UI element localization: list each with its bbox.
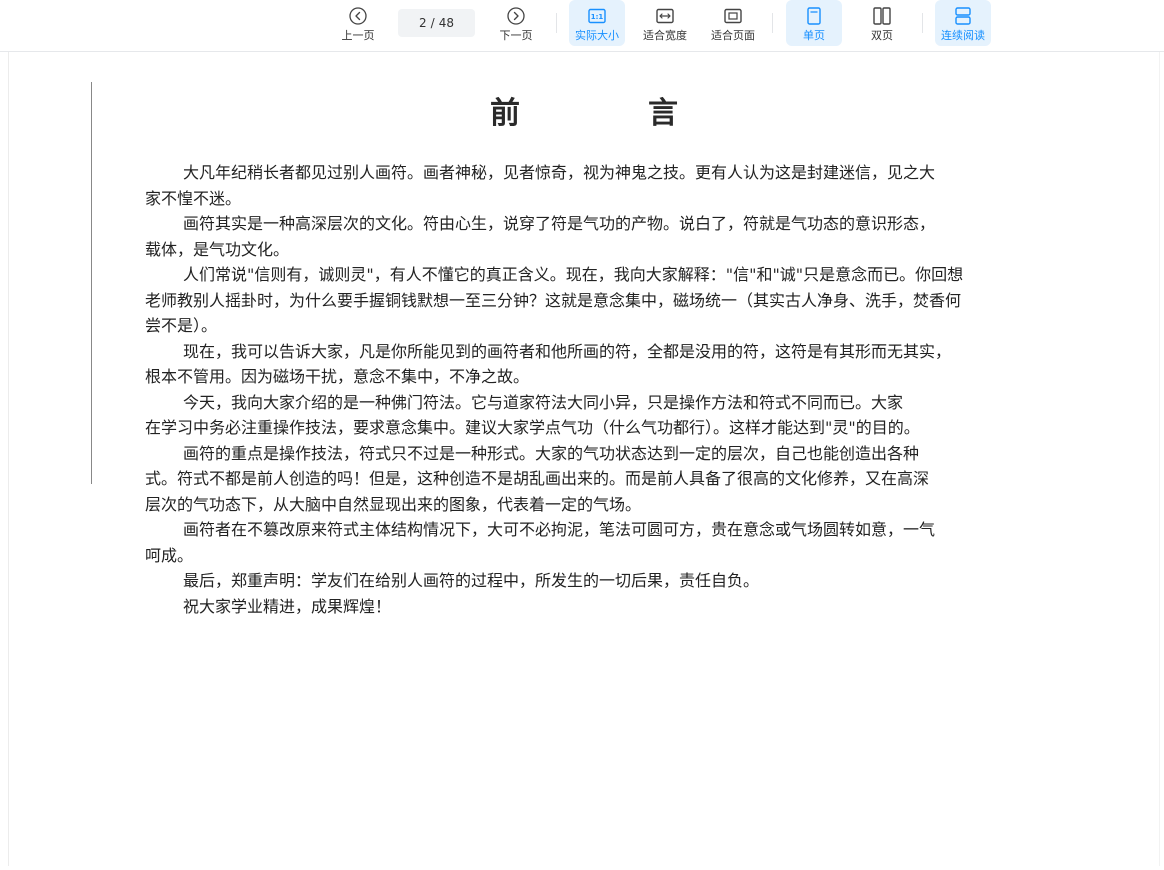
document-line: 载体，是气功文化。 — [145, 239, 290, 259]
fit-page-label: 适合页面 — [711, 29, 755, 42]
current-page-number[interactable]: 2 — [419, 16, 427, 30]
document-line: 呵成。 — [145, 545, 194, 565]
toolbar-divider — [556, 13, 557, 33]
actual-size-button[interactable]: 1:1 实际大小 — [569, 0, 625, 46]
prev-page-button[interactable]: 上一页 — [336, 0, 380, 46]
document-page: 前言 大凡年纪稍长者都见过别人画符。画者神秘，见者惊奇，视为神鬼之技。更有人认为… — [8, 52, 1160, 866]
document-line: 人们常说"信则有，诚则灵"，有人不懂它的真正含义。现在，我向大家解释："信"和"… — [183, 265, 964, 284]
document-line: 尝不是）。 — [145, 316, 218, 335]
document-line: 画符其实是一种高深层次的文化。符由心生，说穿了符是气功的产物。说白了，符就是气功… — [183, 214, 936, 233]
svg-text:1:1: 1:1 — [591, 13, 604, 21]
document-line: 老师教别人摇卦时，为什么要手握铜钱默想一至三分钟？这就是意念集中，磁场统一（其实… — [145, 290, 962, 310]
double-page-label: 双页 — [871, 29, 893, 42]
document-line: 层次的气功态下，从大脑中自然显现出来的图象，代表着一定的气场。 — [145, 494, 642, 514]
fit-width-label: 适合宽度 — [643, 29, 687, 42]
next-page-button[interactable]: 下一页 — [494, 0, 538, 46]
fit-width-icon — [655, 6, 675, 26]
actual-size-label: 实际大小 — [575, 29, 619, 42]
document-line: 式。符式不都是前人创造的吗！但是，这种创造不是胡乱画出来的。而是前人具备了很高的… — [145, 469, 930, 488]
total-pages: 48 — [438, 16, 454, 30]
continuous-scroll-icon — [953, 6, 973, 26]
single-page-label: 单页 — [803, 29, 825, 42]
double-page-icon — [872, 6, 892, 26]
scan-edge-line — [91, 82, 92, 484]
document-line: 家不惶不迷。 — [145, 188, 242, 208]
fit-page-icon — [723, 6, 743, 26]
toolbar-divider — [772, 13, 773, 33]
document-line: 根本不管用。因为磁场干扰，意念不集中，不净之故。 — [145, 367, 530, 386]
next-page-label: 下一页 — [499, 29, 533, 42]
fit-page-button[interactable]: 适合页面 — [705, 0, 761, 46]
document-viewport[interactable]: 前言 大凡年纪稍长者都见过别人画符。画者神秘，见者惊奇，视为神鬼之技。更有人认为… — [0, 52, 1164, 870]
document-line: 画符者在不篡改原来符式主体结构情况下，大可不必拘泥，笔法可圆可方，贵在意念或气场… — [183, 520, 936, 539]
document-line: 大凡年纪稍长者都见过别人画符。画者神秘，见者惊奇，视为神鬼之技。更有人认为这是封… — [183, 163, 936, 182]
viewer-toolbar: 上一页 2 / 48 下一页 1:1 实际大小 适合宽度 适合页面 单页 双页 … — [0, 0, 1164, 52]
document-line: 画符的重点是操作技法，符式只不过是一种形式。大家的气功状态达到一定的层次，自己也… — [183, 443, 920, 463]
document-line: 今天，我向大家介绍的是一种佛门符法。它与道家符法大同小异，只是操作方法和符式不同… — [183, 392, 904, 412]
document-body: 大凡年纪稍长者都见过别人画符。画者神秘，见者惊奇，视为神鬼之技。更有人认为这是封… — [145, 160, 1145, 619]
double-page-button[interactable]: 双页 — [854, 0, 910, 46]
page-number-field[interactable]: 2 / 48 — [398, 9, 475, 37]
fit-width-button[interactable]: 适合宽度 — [637, 0, 693, 46]
continuous-read-label: 连续阅读 — [941, 29, 985, 42]
continuous-read-button[interactable]: 连续阅读 — [935, 0, 991, 46]
document-line: 最后，郑重声明：学友们在给别人画符的过程中，所发生的一切后果，责任自负。 — [183, 571, 760, 590]
chevron-right-circle-icon — [506, 6, 526, 26]
document-line: 在学习中务必注重操作技法，要求意念集中。建议大家学点气功（什么气功都行）。这样才… — [145, 418, 920, 437]
document-line: 现在，我可以告诉大家，凡是你所能见到的画符者和他所画的符，全都是没用的符，这符是… — [183, 341, 952, 361]
page-separator: / — [430, 16, 435, 30]
prev-page-label: 上一页 — [341, 29, 375, 42]
document-line: 祝大家学业精进，成果辉煌！ — [183, 596, 392, 616]
chevron-left-circle-icon — [348, 6, 368, 26]
toolbar-divider — [922, 13, 923, 33]
single-page-button[interactable]: 单页 — [786, 0, 842, 46]
single-page-icon — [804, 6, 824, 26]
document-title: 前言 — [490, 96, 806, 131]
one-to-one-icon: 1:1 — [587, 6, 607, 26]
